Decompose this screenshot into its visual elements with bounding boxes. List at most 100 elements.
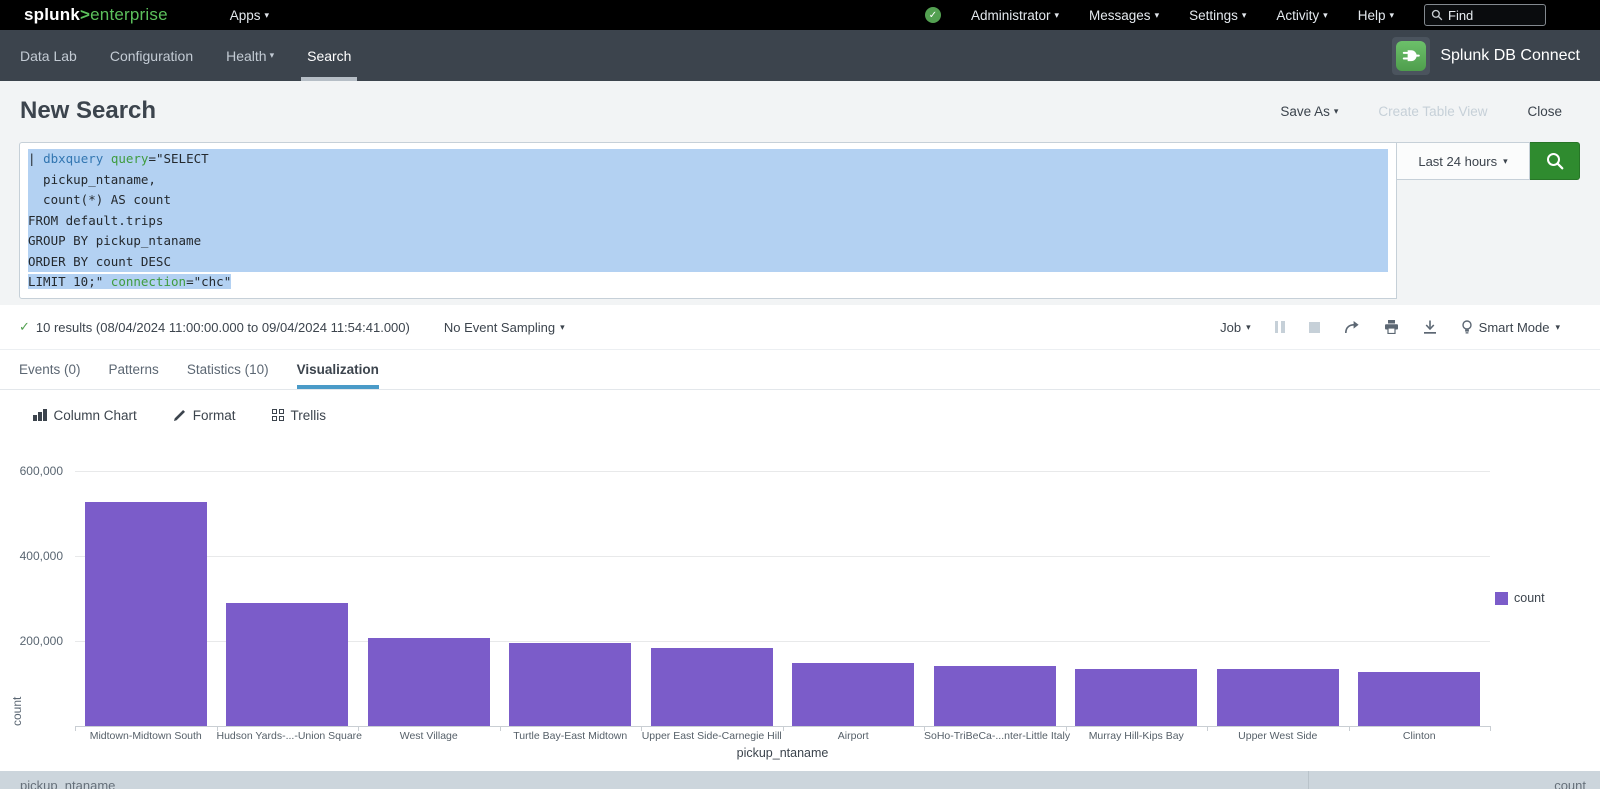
search-query-input[interactable]: | dbxquery query="SELECT pickup_ntaname,… <box>19 142 1397 299</box>
bar-4[interactable] <box>651 648 773 726</box>
run-search-button[interactable] <box>1530 142 1580 180</box>
job-menu-label: Job <box>1220 320 1241 335</box>
administrator-menu[interactable]: Administrator <box>971 8 1059 23</box>
top-bar-right: Administrator Messages Settings Activity… <box>925 4 1546 26</box>
nav-item-search[interactable]: Search <box>307 30 351 81</box>
x-category-label: Midtown-Midtown South <box>75 730 217 742</box>
app-nav-bar: Data Lab Configuration Health Search Spl… <box>0 30 1600 81</box>
bar-9[interactable] <box>1358 672 1480 726</box>
y-axis-tick-label: 200,000 <box>20 634 63 648</box>
splunk-logo[interactable]: splunk>enterprise <box>24 5 168 25</box>
db-connect-icon-tile <box>1392 37 1430 75</box>
pause-icon[interactable] <box>1275 321 1285 333</box>
apps-menu-label: Apps <box>230 8 261 23</box>
search-mode-menu[interactable]: Smart Mode <box>1461 320 1560 335</box>
chart-type-picker[interactable]: Column Chart <box>33 408 137 423</box>
nav-item-health[interactable]: Health <box>226 30 274 81</box>
x-axis-tick <box>500 726 501 731</box>
tab-statistics[interactable]: Statistics (10) <box>187 350 269 389</box>
apps-menu[interactable]: Apps <box>230 8 269 23</box>
bar-7[interactable] <box>1075 669 1197 726</box>
save-as-button[interactable]: Save As <box>1280 104 1338 119</box>
tab-events[interactable]: Events (0) <box>19 350 81 389</box>
search-mode-label: Smart Mode <box>1479 320 1550 335</box>
x-axis-tick <box>1349 726 1350 731</box>
tab-visualization[interactable]: Visualization <box>297 350 379 389</box>
app-title: Splunk DB Connect <box>1440 47 1580 65</box>
activity-menu-label: Activity <box>1276 8 1319 23</box>
chevron-down-icon <box>1055 11 1060 20</box>
close-button[interactable]: Close <box>1527 104 1562 119</box>
logo-chevron: > <box>80 5 90 25</box>
bar-3[interactable] <box>509 643 631 726</box>
plot-area: 200,000400,000600,000Midtown-Midtown Sou… <box>75 471 1490 726</box>
x-category-label: Clinton <box>1349 730 1491 742</box>
page-header: New Search Save As Create Table View Clo… <box>0 81 1600 141</box>
chevron-down-icon <box>1246 323 1251 332</box>
nav-item-data-lab[interactable]: Data Lab <box>20 30 77 81</box>
settings-menu[interactable]: Settings <box>1189 8 1246 23</box>
chevron-down-icon <box>270 51 275 60</box>
tab-patterns[interactable]: Patterns <box>109 350 159 389</box>
messages-menu-label: Messages <box>1089 8 1151 23</box>
column-header-count[interactable]: count <box>1308 771 1600 789</box>
share-icon[interactable] <box>1344 320 1360 334</box>
bar-1[interactable] <box>226 603 348 726</box>
export-icon[interactable] <box>1423 320 1437 334</box>
settings-menu-label: Settings <box>1189 8 1238 23</box>
x-axis-tick <box>641 726 642 731</box>
bar-8[interactable] <box>1217 669 1339 726</box>
format-menu[interactable]: Format <box>173 408 236 423</box>
x-category-label: Turtle Bay-East Midtown <box>500 730 642 742</box>
column-header-pickup-ntaname[interactable]: pickup_ntaname <box>0 771 1308 789</box>
bar-6[interactable] <box>934 666 1056 726</box>
x-category-label: Upper East Side-Carnegie Hill <box>641 730 783 742</box>
administrator-menu-label: Administrator <box>971 8 1051 23</box>
help-menu[interactable]: Help <box>1358 8 1394 23</box>
logo-splunk-text: splunk <box>24 5 80 25</box>
chevron-down-icon <box>1389 11 1394 20</box>
nav-item-label: Search <box>307 48 351 64</box>
bar-5[interactable] <box>792 663 914 726</box>
pencil-icon <box>173 409 186 422</box>
bar-2[interactable] <box>368 638 490 726</box>
x-axis-title: pickup_ntaname <box>75 746 1490 760</box>
messages-menu[interactable]: Messages <box>1089 8 1159 23</box>
chevron-down-icon <box>560 323 565 332</box>
nav-item-label: Health <box>226 48 266 64</box>
event-sampling-label: No Event Sampling <box>444 320 555 335</box>
x-category-label: SoHo-TriBeCa-...nter-Little Italy <box>924 730 1066 742</box>
statistics-table-header: pickup_ntaname count <box>0 771 1600 789</box>
trellis-menu[interactable]: Trellis <box>272 408 327 423</box>
y-axis-tick-label: 600,000 <box>20 464 63 478</box>
stop-icon[interactable] <box>1309 322 1320 333</box>
chevron-down-icon <box>1555 323 1560 332</box>
logo-enterprise-text: enterprise <box>90 5 168 25</box>
time-range-picker[interactable]: Last 24 hours <box>1397 142 1530 180</box>
find-input[interactable] <box>1448 8 1528 23</box>
x-category-label: Upper West Side <box>1207 730 1349 742</box>
legend-item-count[interactable]: count <box>1495 591 1545 605</box>
event-sampling-menu[interactable]: No Event Sampling <box>444 320 565 335</box>
bar-chart-icon <box>33 409 47 421</box>
create-table-view-button[interactable]: Create Table View <box>1378 104 1487 119</box>
chevron-down-icon <box>265 11 270 20</box>
x-category-label: Murray Hill-Kips Bay <box>1066 730 1208 742</box>
x-axis-tick <box>358 726 359 731</box>
search-bar-section: | dbxquery query="SELECT pickup_ntaname,… <box>0 141 1600 305</box>
health-status-icon[interactable] <box>925 7 941 23</box>
chart-type-label: Column Chart <box>54 408 137 423</box>
nav-item-configuration[interactable]: Configuration <box>110 30 193 81</box>
column-chart: count 200,000400,000600,000Midtown-Midto… <box>0 440 1600 762</box>
x-axis-tick <box>783 726 784 731</box>
x-axis-tick <box>1490 726 1491 731</box>
activity-menu[interactable]: Activity <box>1276 8 1327 23</box>
job-controls: Job Smart Mode <box>1220 320 1560 335</box>
job-menu[interactable]: Job <box>1220 320 1251 335</box>
find-search-box[interactable] <box>1424 4 1546 26</box>
format-label: Format <box>193 408 236 423</box>
print-icon[interactable] <box>1384 320 1399 334</box>
plug-icon <box>1396 41 1426 71</box>
bar-0[interactable] <box>85 502 207 726</box>
trellis-label: Trellis <box>291 408 327 423</box>
